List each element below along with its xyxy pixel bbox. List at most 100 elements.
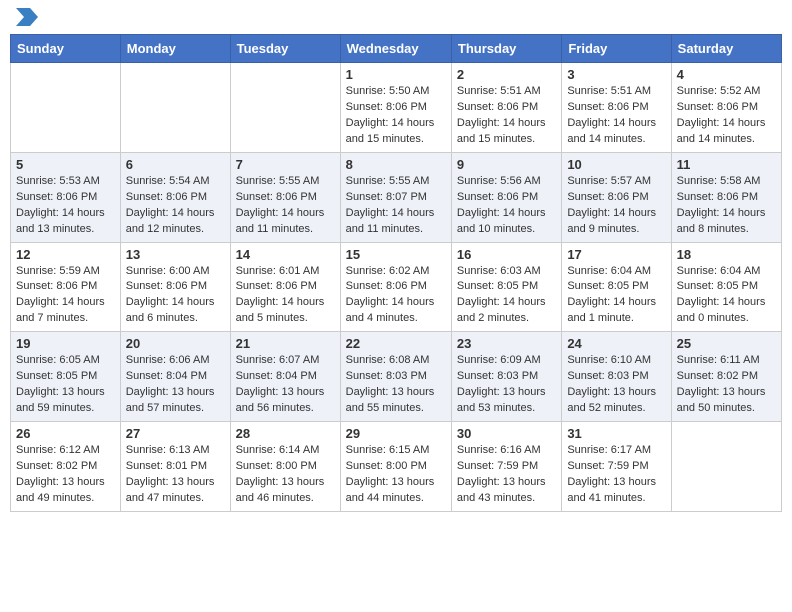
day-number: 5 (16, 157, 115, 172)
day-info: Sunrise: 6:08 AM Sunset: 8:03 PM Dayligh… (346, 353, 446, 417)
day-number: 17 (567, 247, 665, 262)
day-number: 18 (677, 247, 776, 262)
day-cell: 7 Sunrise: 5:55 AM Sunset: 8:06 PM Daylig… (230, 152, 340, 242)
day-header-friday: Friday (562, 35, 671, 63)
day-info: Sunrise: 6:11 AM Sunset: 8:02 PM Dayligh… (677, 353, 776, 417)
day-cell: 9 Sunrise: 5:56 AM Sunset: 8:06 PM Daylig… (451, 152, 561, 242)
day-cell: 30 Sunrise: 6:16 AM Sunset: 7:59 PM Dayli… (451, 422, 561, 512)
day-number: 3 (567, 67, 665, 82)
logo (14, 10, 38, 26)
day-cell: 17Sunrise: 6:04 AM Sunset: 8:05 PM Dayli… (562, 242, 671, 332)
day-cell: 3 Sunrise: 5:51 AM Sunset: 8:06 PM Daylig… (562, 63, 671, 153)
day-header-monday: Monday (120, 35, 230, 63)
day-cell: 24 Sunrise: 6:10 AM Sunset: 8:03 PM Dayli… (562, 332, 671, 422)
day-number: 2 (457, 67, 556, 82)
day-cell: 10 Sunrise: 5:57 AM Sunset: 8:06 PM Dayli… (562, 152, 671, 242)
day-number: 24 (567, 336, 665, 351)
day-cell: 21 Sunrise: 6:07 AM Sunset: 8:04 PM Dayli… (230, 332, 340, 422)
day-number: 27 (126, 426, 225, 441)
day-info: Sunrise: 6:03 AM Sunset: 8:05 PM Dayligh… (457, 264, 556, 328)
day-cell (120, 63, 230, 153)
day-number: 6 (126, 157, 225, 172)
day-number: 13 (126, 247, 225, 262)
day-number: 8 (346, 157, 446, 172)
day-info: Sunrise: 6:00 AM Sunset: 8:06 PM Dayligh… (126, 264, 225, 328)
day-number: 29 (346, 426, 446, 441)
day-cell: 1 Sunrise: 5:50 AM Sunset: 8:06 PM Daylig… (340, 63, 451, 153)
day-info: Sunrise: 6:13 AM Sunset: 8:01 PM Dayligh… (126, 443, 225, 507)
day-number: 21 (236, 336, 335, 351)
day-cell (230, 63, 340, 153)
day-number: 25 (677, 336, 776, 351)
day-cell: 12 Sunrise: 5:59 AM Sunset: 8:06 PM Dayli… (11, 242, 121, 332)
day-info: Sunrise: 6:02 AM Sunset: 8:06 PM Dayligh… (346, 264, 446, 328)
day-info: Sunrise: 6:09 AM Sunset: 8:03 PM Dayligh… (457, 353, 556, 417)
day-cell: 4 Sunrise: 5:52 AM Sunset: 8:06 PM Daylig… (671, 63, 781, 153)
day-info: Sunrise: 5:57 AM Sunset: 8:06 PM Dayligh… (567, 174, 665, 238)
calendar-table: SundayMondayTuesdayWednesdayThursdayFrid… (10, 34, 782, 512)
day-cell: 11Sunrise: 5:58 AM Sunset: 8:06 PM Dayli… (671, 152, 781, 242)
day-info: Sunrise: 6:15 AM Sunset: 8:00 PM Dayligh… (346, 443, 446, 507)
day-header-wednesday: Wednesday (340, 35, 451, 63)
day-info: Sunrise: 5:51 AM Sunset: 8:06 PM Dayligh… (567, 84, 665, 148)
day-cell: 13 Sunrise: 6:00 AM Sunset: 8:06 PM Dayli… (120, 242, 230, 332)
day-info: Sunrise: 5:55 AM Sunset: 8:07 PM Dayligh… (346, 174, 446, 238)
day-number: 28 (236, 426, 335, 441)
day-info: Sunrise: 5:53 AM Sunset: 8:06 PM Dayligh… (16, 174, 115, 238)
day-cell: 23Sunrise: 6:09 AM Sunset: 8:03 PM Dayli… (451, 332, 561, 422)
day-info: Sunrise: 5:56 AM Sunset: 8:06 PM Dayligh… (457, 174, 556, 238)
day-cell (11, 63, 121, 153)
day-info: Sunrise: 6:12 AM Sunset: 8:02 PM Dayligh… (16, 443, 115, 507)
day-info: Sunrise: 5:50 AM Sunset: 8:06 PM Dayligh… (346, 84, 446, 148)
day-cell: 27 Sunrise: 6:13 AM Sunset: 8:01 PM Dayli… (120, 422, 230, 512)
day-cell: 28Sunrise: 6:14 AM Sunset: 8:00 PM Dayli… (230, 422, 340, 512)
day-info: Sunrise: 5:59 AM Sunset: 8:06 PM Dayligh… (16, 264, 115, 328)
day-cell: 15 Sunrise: 6:02 AM Sunset: 8:06 PM Dayli… (340, 242, 451, 332)
day-number: 20 (126, 336, 225, 351)
day-header-saturday: Saturday (671, 35, 781, 63)
day-header-sunday: Sunday (11, 35, 121, 63)
day-cell: 5 Sunrise: 5:53 AM Sunset: 8:06 PM Daylig… (11, 152, 121, 242)
day-cell: 16Sunrise: 6:03 AM Sunset: 8:05 PM Dayli… (451, 242, 561, 332)
day-cell: 6 Sunrise: 5:54 AM Sunset: 8:06 PM Daylig… (120, 152, 230, 242)
header-row: SundayMondayTuesdayWednesdayThursdayFrid… (11, 35, 782, 63)
day-info: Sunrise: 6:07 AM Sunset: 8:04 PM Dayligh… (236, 353, 335, 417)
day-number: 9 (457, 157, 556, 172)
day-number: 4 (677, 67, 776, 82)
day-info: Sunrise: 5:51 AM Sunset: 8:06 PM Dayligh… (457, 84, 556, 148)
week-row-3: 12 Sunrise: 5:59 AM Sunset: 8:06 PM Dayli… (11, 242, 782, 332)
week-row-2: 5 Sunrise: 5:53 AM Sunset: 8:06 PM Daylig… (11, 152, 782, 242)
day-info: Sunrise: 5:54 AM Sunset: 8:06 PM Dayligh… (126, 174, 225, 238)
day-cell: 14 Sunrise: 6:01 AM Sunset: 8:06 PM Dayli… (230, 242, 340, 332)
day-number: 10 (567, 157, 665, 172)
day-cell: 20 Sunrise: 6:06 AM Sunset: 8:04 PM Dayli… (120, 332, 230, 422)
day-number: 30 (457, 426, 556, 441)
day-info: Sunrise: 6:05 AM Sunset: 8:05 PM Dayligh… (16, 353, 115, 417)
day-info: Sunrise: 6:01 AM Sunset: 8:06 PM Dayligh… (236, 264, 335, 328)
day-number: 7 (236, 157, 335, 172)
day-number: 14 (236, 247, 335, 262)
day-info: Sunrise: 5:55 AM Sunset: 8:06 PM Dayligh… (236, 174, 335, 238)
day-number: 15 (346, 247, 446, 262)
day-info: Sunrise: 5:52 AM Sunset: 8:06 PM Dayligh… (677, 84, 776, 148)
day-cell: 18 Sunrise: 6:04 AM Sunset: 8:05 PM Dayli… (671, 242, 781, 332)
day-number: 22 (346, 336, 446, 351)
day-info: Sunrise: 6:17 AM Sunset: 7:59 PM Dayligh… (567, 443, 665, 507)
day-number: 1 (346, 67, 446, 82)
day-info: Sunrise: 6:10 AM Sunset: 8:03 PM Dayligh… (567, 353, 665, 417)
day-cell: 25 Sunrise: 6:11 AM Sunset: 8:02 PM Dayli… (671, 332, 781, 422)
day-number: 11 (677, 157, 776, 172)
day-number: 31 (567, 426, 665, 441)
day-cell (671, 422, 781, 512)
day-number: 19 (16, 336, 115, 351)
day-cell: 31 Sunrise: 6:17 AM Sunset: 7:59 PM Dayli… (562, 422, 671, 512)
day-number: 26 (16, 426, 115, 441)
day-number: 12 (16, 247, 115, 262)
day-info: Sunrise: 6:06 AM Sunset: 8:04 PM Dayligh… (126, 353, 225, 417)
day-info: Sunrise: 6:16 AM Sunset: 7:59 PM Dayligh… (457, 443, 556, 507)
page-header (10, 10, 782, 26)
day-header-tuesday: Tuesday (230, 35, 340, 63)
day-header-thursday: Thursday (451, 35, 561, 63)
day-info: Sunrise: 6:04 AM Sunset: 8:05 PM Dayligh… (677, 264, 776, 328)
week-row-4: 19 Sunrise: 6:05 AM Sunset: 8:05 PM Dayli… (11, 332, 782, 422)
